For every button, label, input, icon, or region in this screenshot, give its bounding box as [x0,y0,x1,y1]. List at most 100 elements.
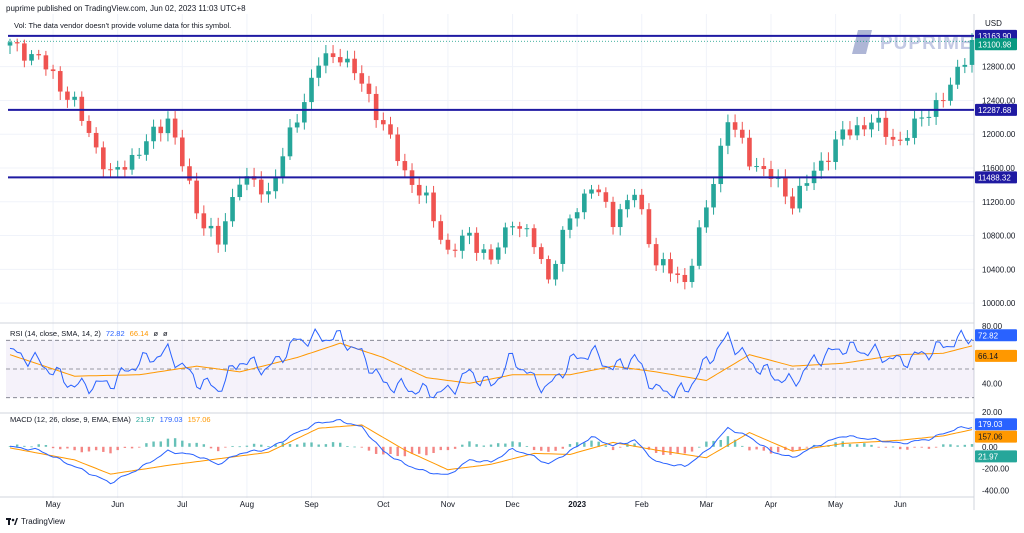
candle-body [438,221,444,240]
macd-hist-value-tag: 21.97 [978,452,999,461]
macd-histogram-bar [590,440,593,447]
macd-histogram-bar [109,446,112,454]
macd-histogram-bar [942,444,945,447]
macd-histogram-bar [855,444,859,447]
candle-body [546,259,551,280]
rsi-sma-legend-value: 66.14 [130,329,149,338]
rsi-value-tag: 72.82 [978,331,999,340]
candle-body [790,196,795,209]
macd-histogram-bar [59,446,62,450]
candle-body [804,183,810,186]
candle-body [14,42,20,44]
candle-body [517,226,523,229]
price-levels[interactable] [8,34,974,179]
macd-tick-label: -400.00 [982,487,1010,496]
macd-histogram-bar [252,443,256,447]
candle-body [258,179,264,195]
macd-histogram-bar [762,446,766,451]
candle-body [373,93,379,121]
macd-histogram-bar [396,446,399,457]
candle-body [905,137,910,141]
macd-histogram-bar [324,444,328,447]
candle-body [208,225,214,229]
candle-body [625,200,630,210]
macd-histogram-bar [374,446,378,454]
macd-histogram-bar [288,444,292,447]
candle-body [302,102,307,123]
macd-histogram-bar [23,445,26,447]
candle-body [93,132,99,148]
candle-body [431,192,436,222]
candle-body [754,166,759,168]
time-tick-label: Feb [635,500,649,509]
price-axis[interactable]: 12800.0012400.0012000.0011600.0011200.00… [982,63,1016,308]
candle-body [675,273,680,275]
candle-body [919,117,925,119]
candle-body [876,117,881,123]
macd-histogram-bar [403,446,407,457]
pane-separators [0,14,975,510]
macd-histogram-bar [489,444,493,447]
macd-histogram-bar [418,446,421,454]
candle-body [797,185,803,209]
macd-histogram-bar [927,446,931,449]
level-tag-2: 11488.32 [978,173,1011,182]
candle-body [280,156,286,178]
candle-body [57,71,63,92]
macd-histogram-bar [245,445,249,447]
macd-histogram-bar [461,444,464,447]
candle-body [165,118,171,134]
rsi-title-text: RSI (14, close, SMA, 14, 2) [10,329,101,338]
candle-body [467,232,472,236]
candle-body [266,191,271,195]
macd-value-tag: 179.03 [978,420,1003,429]
candle-body [862,125,867,130]
candle-body [933,100,939,117]
macd-histogram-bar [863,443,866,447]
price-tick-label: 12800.00 [982,63,1016,72]
macd-histogram-bar [934,446,938,448]
macd-histogram-bar [166,438,170,447]
candle-body [732,122,738,130]
macd-histogram-bar [195,442,198,447]
candle-body [632,194,637,201]
macd-histogram-bar [676,446,679,453]
macd-histogram-bar [475,444,478,447]
macd-histogram-bar [949,444,952,447]
candle-body [840,129,846,140]
footer-brand: TradingView [21,517,66,526]
level-tag-1: 12287.68 [978,106,1012,115]
time-tick-label: 2023 [568,500,586,509]
macd-signal-legend-value: 157.06 [188,415,211,424]
candle-body [711,184,716,208]
candle-body [452,249,458,251]
macd-histogram-bar [446,446,450,451]
candle-body [567,218,573,230]
macd-hist-legend-value: 21.97 [136,415,155,424]
macd-histogram-bar [87,446,91,452]
time-tick-label: Mar [699,500,713,509]
rsi-empty-1: ø [153,329,158,338]
macd-histogram-bar [339,442,342,447]
chart-canvas[interactable]: Vol: The data vendor doesn't provide vol… [0,0,1024,533]
volume-note: Vol: The data vendor doesn't provide vol… [14,21,231,30]
price-tick-label: 12000.00 [982,130,1016,139]
macd-histogram-bar [619,446,622,448]
candle-body [101,147,106,170]
candle-body [955,66,960,85]
macd-histogram-bar [367,446,371,451]
candle-body [610,201,616,228]
price-tick-label: 11200.00 [982,198,1015,207]
candle-body [560,229,566,264]
macd-histogram-bar [73,446,76,451]
candle-body [574,212,580,219]
candle-body [179,137,185,167]
candle-body [65,91,70,100]
rsi-legend-value: 72.82 [106,329,125,338]
macd-histogram-bar [525,445,529,447]
macd-histogram-bar [482,445,486,447]
macd-title-text: MACD (12, 26, close, 9, EMA, EMA) [10,415,131,424]
macd-histogram-bar [432,446,435,454]
time-axis[interactable]: May Jun Jul Aug Sep Oct Nov Dec 2023 Feb Mar Apr May… [46,500,907,509]
macd-histogram-bar [331,442,335,447]
